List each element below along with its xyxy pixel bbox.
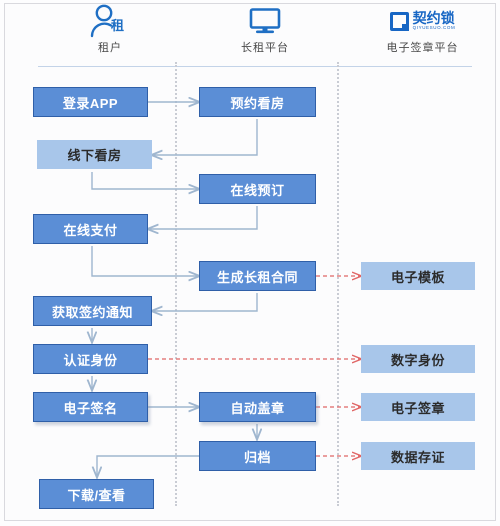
node-offline-viewing[interactable]: 线下看房: [37, 140, 152, 169]
lane-header-label-esign: 电子签章平台: [386, 42, 459, 54]
node-e-signature[interactable]: 电子签名: [33, 392, 148, 422]
node-online-booking[interactable]: 在线预订: [199, 174, 316, 204]
swimlane-header: 租 租户 长租平台 契约锁 QIYUESUO.COM 电子签章平台: [5, 4, 495, 67]
lane-header-label-tenant: 租户: [98, 42, 122, 54]
lane-header-label-platform: 长租平台: [241, 42, 289, 54]
node-e-template[interactable]: 电子模板: [361, 262, 475, 290]
node-auto-stamp[interactable]: 自动盖章: [199, 392, 316, 422]
node-e-seal[interactable]: 电子签章: [361, 393, 475, 421]
lane-header-esign: 契约锁 QIYUESUO.COM 电子签章平台: [350, 4, 495, 62]
monitor-icon: [248, 4, 282, 38]
lane-divider-1: [175, 62, 177, 506]
node-archive[interactable]: 归档: [199, 441, 316, 471]
node-generate-contract[interactable]: 生成长租合同: [199, 261, 316, 291]
node-online-payment[interactable]: 在线支付: [33, 214, 148, 244]
node-sign-notice[interactable]: 获取签约通知: [33, 296, 152, 326]
svg-text:租: 租: [111, 18, 124, 33]
qiyuesuo-brand-name: 契约锁: [412, 9, 455, 26]
lane-divider-2: [337, 62, 339, 506]
node-login-app[interactable]: 登录APP: [33, 87, 148, 117]
node-download-view[interactable]: 下载/查看: [39, 479, 154, 509]
lane-header-platform: 长租平台: [195, 4, 335, 62]
qiyuesuo-mark-icon: [389, 11, 409, 31]
node-verify-identity[interactable]: 认证身份: [33, 344, 148, 374]
qiyuesuo-brand-sub: QIYUESUO.COM: [412, 24, 456, 30]
qiyuesuo-logo-icon: 契约锁 QIYUESUO.COM: [389, 4, 456, 38]
header-divider: [38, 66, 472, 67]
lane-header-tenant: 租 租户: [40, 4, 180, 62]
node-digital-identity[interactable]: 数字身份: [361, 345, 475, 373]
person-rent-icon: 租: [89, 4, 131, 38]
node-book-viewing[interactable]: 预约看房: [199, 87, 316, 117]
flowchart-canvas: 租 租户 长租平台 契约锁 QIYUESUO.COM 电子签章平台 登录APP …: [0, 0, 500, 526]
node-data-evidence[interactable]: 数据存证: [361, 442, 475, 470]
